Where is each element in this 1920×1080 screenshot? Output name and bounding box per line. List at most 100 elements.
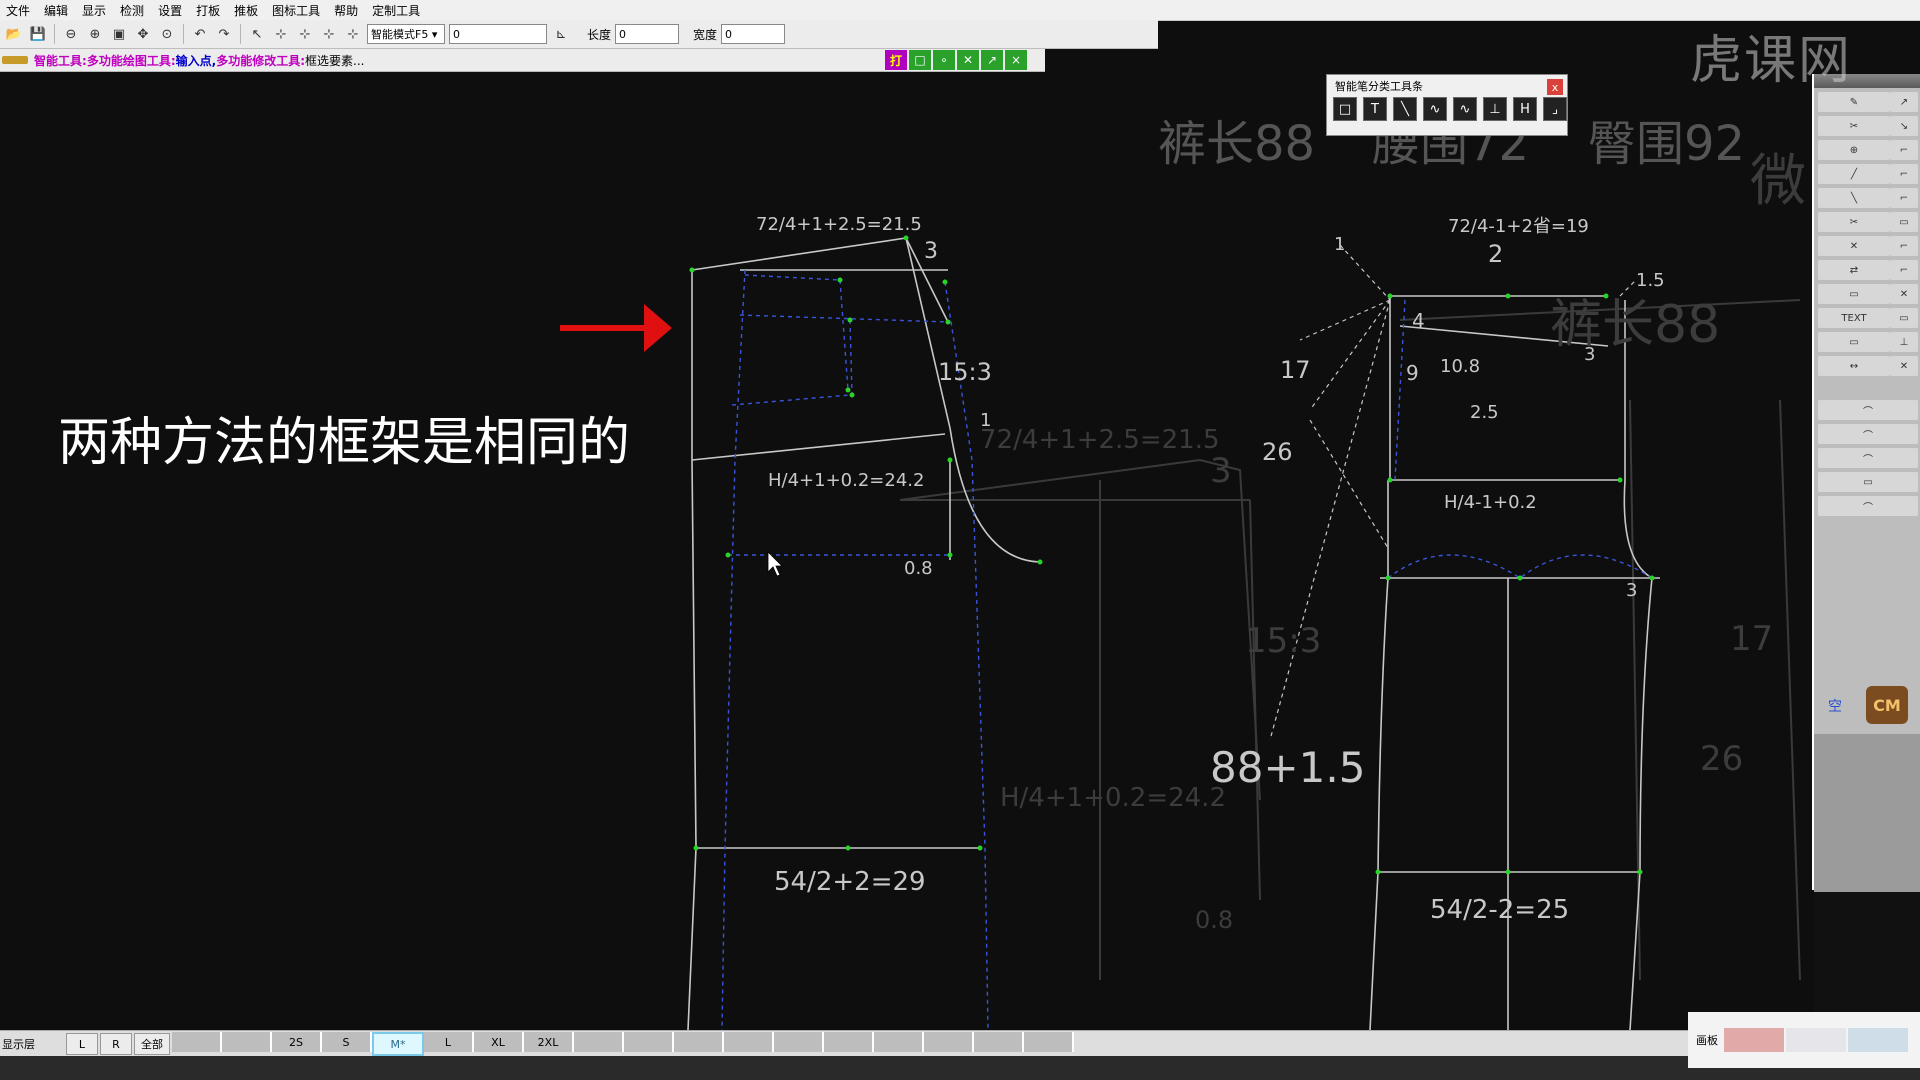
size-button[interactable] [974, 1032, 1024, 1052]
size-button[interactable]: 2S [272, 1032, 322, 1052]
length-field[interactable]: 0 [615, 24, 680, 44]
point-tool3-icon[interactable]: ⊹ [319, 24, 339, 44]
select-tool-icon[interactable]: ↖ [247, 24, 267, 44]
side-tool-lower-icon[interactable]: ⌒ [1818, 400, 1918, 420]
size-button[interactable] [674, 1032, 724, 1052]
size-button[interactable] [924, 1032, 974, 1052]
side-tool-icon[interactable]: TEXT [1818, 308, 1890, 328]
menu-item[interactable]: 定制工具 [366, 2, 428, 19]
measure-icon[interactable]: ⊾ [551, 24, 571, 44]
layer-L-button[interactable]: L [66, 1033, 98, 1055]
close-icon[interactable]: x [1547, 79, 1563, 95]
side-tool-lower-icon[interactable]: ⌒ [1818, 496, 1918, 516]
fit-icon[interactable]: ▣ [109, 24, 129, 44]
palette-tool-icon[interactable]: ⊥ [1483, 97, 1507, 121]
size-button[interactable] [1024, 1032, 1074, 1052]
save-icon[interactable]: 💾 [28, 24, 48, 44]
side-tool-icon[interactable]: ⌐ [1890, 140, 1918, 160]
mini-tool-button[interactable]: 打 [885, 50, 907, 70]
side-tool-icon[interactable]: ▭ [1890, 212, 1918, 232]
redo-icon[interactable]: ↷ [214, 24, 234, 44]
size-button[interactable] [874, 1032, 924, 1052]
side-tool-lower-icon[interactable]: ⌒ [1818, 424, 1918, 444]
menu-item[interactable]: 帮助 [328, 2, 366, 19]
side-tool-icon[interactable]: ✎ [1818, 92, 1890, 112]
side-tool-icon[interactable]: ✕ [1890, 356, 1918, 376]
back-1-5-label: 1.5 [1636, 270, 1665, 291]
size-button[interactable] [724, 1032, 774, 1052]
side-tool-icon[interactable]: ▭ [1818, 332, 1890, 352]
side-tool-icon[interactable]: ⇄ [1818, 260, 1890, 280]
menu-item[interactable]: 检测 [114, 2, 152, 19]
palette-tool-icon[interactable]: □ [1333, 97, 1357, 121]
width-field[interactable]: 0 [721, 24, 786, 44]
side-tool-icon[interactable]: ⌐ [1890, 188, 1918, 208]
drawing-canvas[interactable]: 72/4+1+2.5=21.5 3 15:3 H/4+1+0.2=24.2 0.… [0, 74, 1812, 1030]
pan-icon[interactable]: ✥ [133, 24, 153, 44]
size-button[interactable] [824, 1032, 874, 1052]
palette-tool-icon[interactable]: ⌟ [1543, 97, 1567, 121]
side-tool-icon[interactable]: ✂ [1818, 116, 1890, 136]
value-field[interactable]: 0 [449, 24, 547, 44]
layer-all-button[interactable]: 全部 [134, 1033, 170, 1055]
side-tool-icon[interactable]: ✂ [1818, 212, 1890, 232]
side-tool-icon[interactable]: ⌐ [1890, 236, 1918, 256]
size-button[interactable]: L [424, 1032, 474, 1052]
mini-tool-button[interactable]: ✕ [957, 50, 979, 70]
side-tool-icon[interactable]: ╲ [1818, 188, 1890, 208]
cm-button[interactable]: CM [1866, 686, 1908, 724]
mini-tool-button[interactable]: □ [909, 50, 931, 70]
size-button[interactable]: M* [372, 1032, 424, 1056]
size-button[interactable] [624, 1032, 674, 1052]
side-tool-icon[interactable]: ⊥ [1890, 332, 1918, 352]
side-tool-icon[interactable]: ⌐ [1890, 260, 1918, 280]
zoom-window-icon[interactable]: ⊙ [157, 24, 177, 44]
menu-item[interactable]: 编辑 [38, 2, 76, 19]
open-icon[interactable]: 📂 [4, 24, 24, 44]
undo-icon[interactable]: ↶ [190, 24, 210, 44]
mini-tool-button[interactable]: ↗ [981, 50, 1003, 70]
divider [54, 24, 55, 44]
size-button[interactable] [774, 1032, 824, 1052]
size-button[interactable] [222, 1032, 272, 1052]
zoom-in-icon[interactable]: ⊕ [85, 24, 105, 44]
palette-tool-icon[interactable]: H [1513, 97, 1537, 121]
side-tool-icon[interactable]: ↗ [1890, 92, 1918, 112]
size-button[interactable]: XL [474, 1032, 524, 1052]
layer-R-button[interactable]: R [100, 1033, 132, 1055]
mini-tool-button[interactable]: × [1005, 50, 1027, 70]
point-tool-icon[interactable]: ⊹ [271, 24, 291, 44]
size-button[interactable] [574, 1032, 624, 1052]
menu-item[interactable]: 显示 [76, 2, 114, 19]
menu-item[interactable]: 打板 [190, 2, 228, 19]
side-tool-icon[interactable]: ╱ [1818, 164, 1890, 184]
menu-item[interactable]: 文件 [0, 2, 38, 19]
menu-item[interactable]: 设置 [152, 2, 190, 19]
palette-tool-icon[interactable]: T [1363, 97, 1387, 121]
mode-select[interactable]: 智能模式F5 ▾ [367, 24, 445, 44]
side-tool-icon[interactable]: ⌐ [1890, 164, 1918, 184]
mini-tool-button[interactable]: ∘ [933, 50, 955, 70]
palette-tool-icon[interactable]: ∿ [1453, 97, 1477, 121]
point-tool4-icon[interactable]: ⊹ [343, 24, 363, 44]
side-tool-icon[interactable]: ✕ [1818, 236, 1890, 256]
kong-button[interactable]: 空 [1828, 696, 1842, 716]
size-button[interactable]: 2XL [524, 1032, 574, 1052]
size-button[interactable]: S [322, 1032, 372, 1052]
side-tool-icon[interactable]: ▭ [1890, 308, 1918, 328]
side-tool-lower-icon[interactable]: ▭ [1818, 472, 1918, 492]
zoom-out-icon[interactable]: ⊖ [61, 24, 81, 44]
point-tool2-icon[interactable]: ⊹ [295, 24, 315, 44]
palette-title: 智能笔分类工具条 x [1327, 75, 1567, 97]
menu-item[interactable]: 推板 [228, 2, 266, 19]
palette-tool-icon[interactable]: ∿ [1423, 97, 1447, 121]
palette-tool-icon[interactable]: ╲ [1393, 97, 1417, 121]
side-tool-icon[interactable]: ↔ [1818, 356, 1890, 376]
side-tool-icon[interactable]: ⊕ [1818, 140, 1890, 160]
side-tool-icon[interactable]: ✕ [1890, 284, 1918, 304]
size-button[interactable] [172, 1032, 222, 1052]
side-tool-icon[interactable]: ↘ [1890, 116, 1918, 136]
side-tool-lower-icon[interactable]: ⌒ [1818, 448, 1918, 468]
menu-item[interactable]: 图标工具 [266, 2, 328, 19]
side-tool-icon[interactable]: ▭ [1818, 284, 1890, 304]
